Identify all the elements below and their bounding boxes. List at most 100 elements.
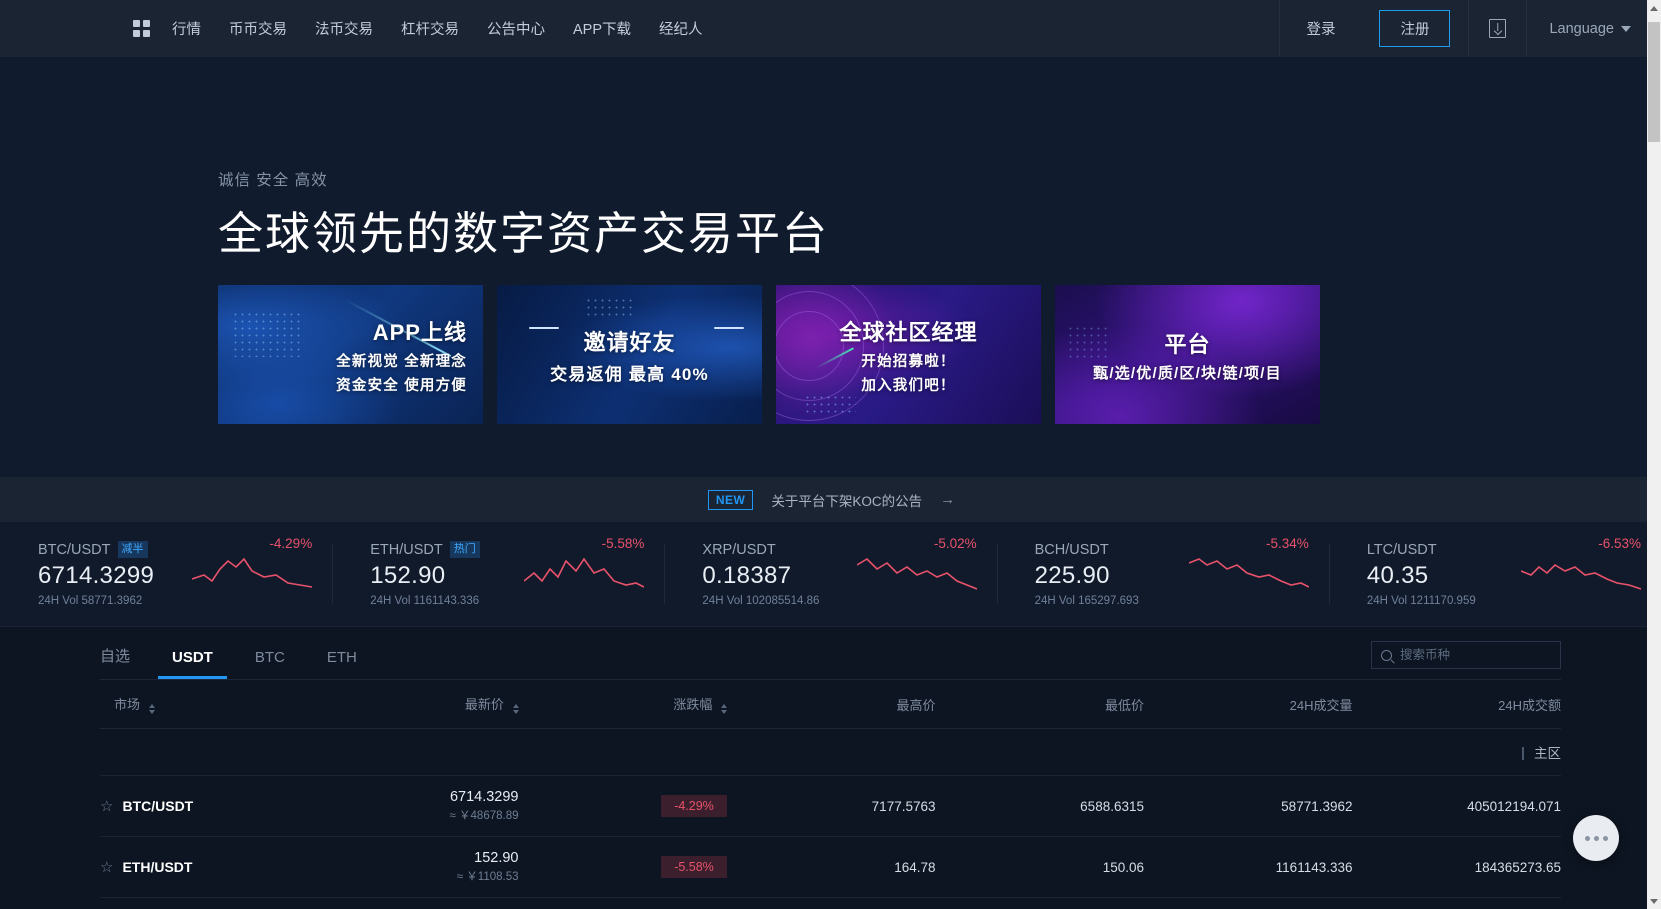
ticker-card[interactable]: XRP/USDT 0.18387 24H Vol 102085514.86 -5.02…: [664, 522, 996, 626]
column-label: 市场: [114, 697, 140, 712]
hero-section: 诚信 安全 高效 全球领先的数字资产交易平台 APP上线 全新视觉 全新理念 资…: [0, 57, 1661, 477]
login-button[interactable]: 登录: [1280, 18, 1361, 39]
column-label: 24H成交量: [1290, 698, 1353, 713]
cell-market: ☆XRP/USDT: [100, 898, 310, 909]
chat-support-button[interactable]: [1573, 815, 1619, 861]
ticker-volume: 24H Vol 1161143.336: [370, 595, 520, 607]
nav-item-markets[interactable]: 行情: [172, 18, 201, 39]
tab-eth[interactable]: ETH: [327, 649, 357, 679]
favorite-star-icon[interactable]: ☆: [100, 860, 113, 875]
ticker-volume: 24H Vol 102085514.86: [702, 595, 852, 607]
column-header-turnover: 24H成交额: [1353, 680, 1562, 729]
search-input[interactable]: [1400, 648, 1551, 662]
banner-line-1: 开始招募啦！: [861, 350, 955, 371]
row-price: 6714.3299: [310, 789, 519, 805]
nav-item-spot-trading[interactable]: 币币交易: [229, 18, 287, 39]
table-row[interactable]: ☆BTC/USDT6714.3299≈ ￥48678.89-4.29%7177.…: [100, 776, 1561, 837]
ticker-volume: 24H Vol 58771.3962: [38, 595, 188, 607]
row-price-cny: ≈ ￥48678.89: [310, 807, 519, 823]
tab-btc[interactable]: BTC: [255, 649, 285, 679]
banner-line-1: 交易返佣 最高 40%: [550, 360, 709, 385]
table-row[interactable]: ☆ETH/USDT152.90≈ ￥1108.53-5.58%164.78150…: [100, 837, 1561, 898]
promo-banner-invite[interactable]: 邀请好友 交易返佣 最高 40%: [497, 285, 762, 424]
favorite-star-icon[interactable]: ☆: [100, 799, 113, 814]
ticker-pair-name: ETH/USDT: [370, 542, 443, 558]
column-label: 24H成交额: [1498, 698, 1561, 713]
cell-last-price: 152.90 ≈ ￥1108.53: [310, 837, 519, 898]
column-label: 涨跌幅: [673, 697, 712, 712]
ticker-info: XRP/USDT 0.18387 24H Vol 102085514.86: [702, 542, 852, 607]
table-row[interactable]: ☆XRP/USDT0.18387≈ ￥1.33-5.02%0.195670.18…: [100, 898, 1561, 909]
ticker-pair-row: XRP/USDT: [702, 542, 852, 558]
page-scrollbar[interactable]: [1647, 0, 1661, 909]
ticker-card[interactable]: ETH/USDT热门152.9024H Vol 1161143.336-5.58…: [332, 522, 664, 626]
ticker-pair-row: LTC/USDT: [1367, 542, 1517, 558]
row-price-cny: ≈ ￥1108.53: [310, 868, 519, 884]
cell-high: 164.78: [727, 837, 936, 898]
cell-market: ☆ ETH/USDT: [100, 837, 310, 898]
page-root: 行情 币币交易 法币交易 杠杆交易 公告中心 APP下载 经纪人 登录 注册 L…: [0, 0, 1661, 909]
column-label: 最低价: [1105, 698, 1144, 713]
promo-banner-list: APP上线 全新视觉 全新理念 资金安全 使用方便 邀请好友 交易返佣 最高 4…: [218, 285, 1320, 424]
announcement-link[interactable]: 关于平台下架KOC的公告: [771, 490, 922, 510]
page-title: 全球领先的数字资产交易平台: [218, 197, 829, 262]
tab-自选[interactable]: 自选: [100, 645, 130, 679]
ticker-sparkline: [857, 555, 977, 591]
ticker-change-group: -6.53%: [1521, 536, 1641, 596]
tab-usdt[interactable]: USDT: [172, 649, 213, 679]
nav-item-broker[interactable]: 经纪人: [659, 18, 703, 39]
sort-icon[interactable]: [721, 704, 727, 714]
row-pair-name: BTC/USDT: [122, 798, 193, 814]
cell-turnover: 19406817.5567: [1353, 898, 1562, 909]
zone-row: 主区: [100, 729, 1561, 776]
scroll-down-arrow-icon[interactable]: [1647, 893, 1661, 909]
ticker-sparkline: [1521, 555, 1641, 591]
ticker-card[interactable]: BCH/USDT225.9024H Vol 165297.693-5.34%: [997, 522, 1329, 626]
column-header-change[interactable]: 涨跌幅: [519, 680, 728, 729]
market-tabs: 自选 USDT BTC ETH: [100, 627, 1561, 679]
ticker-pair-name: LTC/USDT: [1367, 542, 1437, 558]
new-badge: NEW: [708, 490, 754, 510]
row-price: 152.90: [310, 850, 519, 866]
banner-title: 邀请好友: [583, 325, 675, 357]
ticker-card[interactable]: BTC/USDT减半6714.329924H Vol 58771.3962-4.…: [0, 522, 332, 626]
download-app-button[interactable]: [1469, 19, 1526, 38]
cell-high: 0.19567: [727, 898, 936, 909]
nav-item-announcements[interactable]: 公告中心: [487, 18, 545, 39]
nav-item-app-download[interactable]: APP下载: [573, 18, 631, 39]
nav-left-group: 行情 币币交易 法币交易 杠杆交易 公告中心 APP下载 经纪人: [133, 18, 731, 39]
grid-icon[interactable]: [133, 20, 150, 37]
ticker-change: -4.29%: [192, 536, 312, 551]
promo-banner-community-manager[interactable]: 全球社区经理 开始招募啦！ 加入我们吧！: [776, 285, 1041, 424]
ticker-pair-name: BTC/USDT: [38, 542, 111, 558]
nav-item-fiat-trading[interactable]: 法币交易: [315, 18, 373, 39]
column-header-market[interactable]: 市场: [100, 680, 310, 729]
banner-title: APP上线: [373, 315, 467, 347]
ticker-change: -5.02%: [857, 536, 977, 551]
sort-icon[interactable]: [513, 704, 519, 714]
market-section: 自选 USDT BTC ETH 市场 最新价 涨跌幅: [0, 627, 1661, 909]
banner-line-1: 甄/选/优/质/区/块/链/项/目: [1093, 362, 1282, 383]
sort-icon[interactable]: [149, 704, 155, 714]
ticker-price: 152.90: [370, 562, 520, 590]
row-pair-name: ETH/USDT: [122, 859, 192, 875]
promo-banner-platform[interactable]: 平台 甄/选/优/质/区/块/链/项/目: [1055, 285, 1320, 424]
download-icon: [1489, 19, 1506, 38]
register-button[interactable]: 注册: [1379, 10, 1450, 47]
promo-banner-app[interactable]: APP上线 全新视觉 全新理念 资金安全 使用方便: [218, 285, 483, 424]
hero-subtitle: 诚信 安全 高效: [218, 168, 328, 190]
banner-title: 平台: [1164, 327, 1210, 359]
scroll-up-arrow-icon[interactable]: [1647, 0, 1661, 16]
language-selector[interactable]: Language: [1527, 21, 1661, 37]
ticker-price: 0.18387: [702, 562, 852, 590]
ticker-price: 40.35: [1367, 562, 1517, 590]
scrollbar-thumb[interactable]: [1648, 22, 1660, 142]
column-header-last-price[interactable]: 最新价: [310, 680, 519, 729]
banner-title: 全球社区经理: [839, 315, 977, 347]
nav-item-margin-trading[interactable]: 杠杆交易: [401, 18, 459, 39]
announcement-bar[interactable]: NEW 关于平台下架KOC的公告 →: [0, 477, 1661, 522]
search-coin-box[interactable]: [1371, 641, 1561, 669]
ticker-card[interactable]: LTC/USDT40.3524H Vol 1211170.959-6.53%: [1329, 522, 1661, 626]
ticker-change-group: -4.29%: [192, 536, 312, 596]
chevron-down-icon: [1621, 26, 1631, 32]
